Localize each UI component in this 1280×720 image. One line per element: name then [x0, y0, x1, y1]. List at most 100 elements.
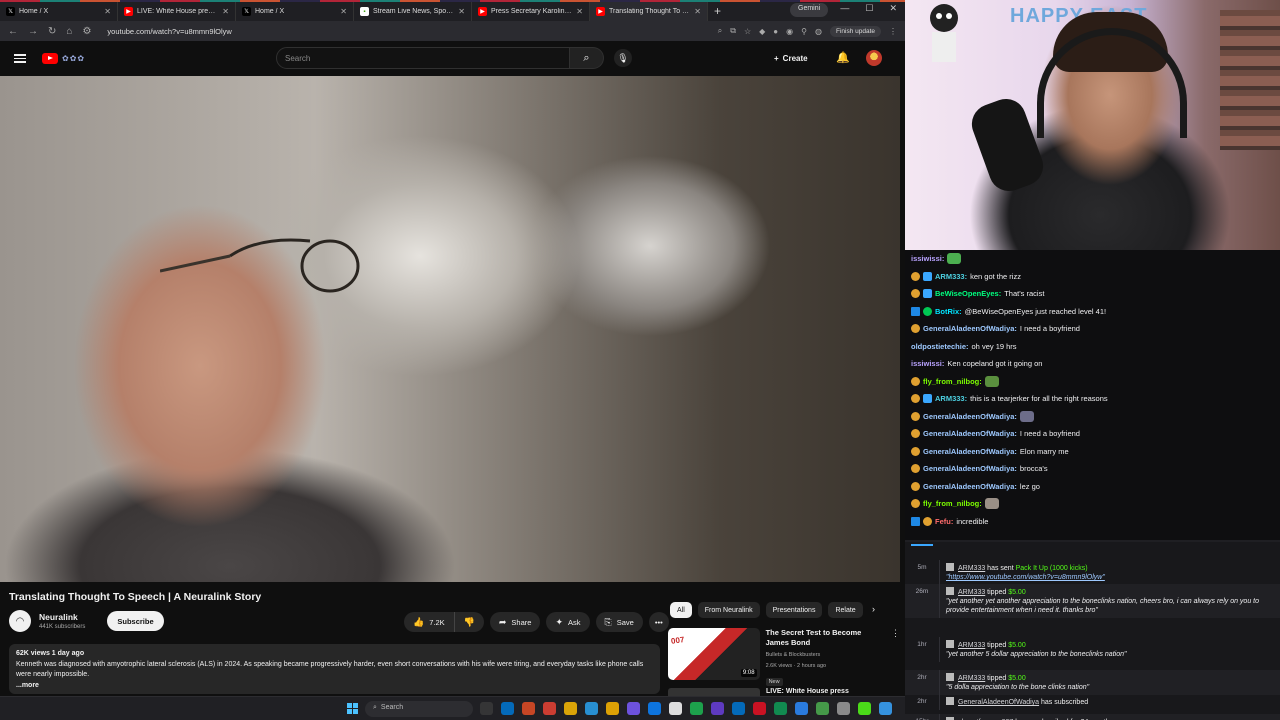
recommended-title[interactable]: LIVE: White House press	[766, 688, 849, 696]
taskbar-app-icon[interactable]	[816, 702, 829, 715]
description-box[interactable]: 62K views 1 day ago Kenneth was diagnose…	[9, 644, 660, 694]
chat-username[interactable]: fly_from_nilbog:	[923, 377, 982, 386]
finish-update-button[interactable]: Finish update	[829, 25, 881, 37]
browser-tab[interactable]: ▶ Press Secretary Karoline Leavit ✕	[472, 2, 590, 21]
extension-icon[interactable]: ◉	[786, 27, 793, 36]
taskbar-app-icon[interactable]	[648, 702, 661, 715]
chat-username[interactable]: fly_from_nilbog:	[923, 499, 982, 508]
channel-name[interactable]: Neuralink	[39, 612, 85, 622]
windows-start-icon[interactable]	[347, 703, 358, 714]
recommended-video-partial[interactable]: LIVE: White House press	[668, 688, 900, 696]
taskbar-app-icon[interactable]	[564, 702, 577, 715]
taskbar-app-icon[interactable]	[585, 702, 598, 715]
browser-tab[interactable]: 𝕏 Home / X ✕	[236, 2, 354, 21]
chat-username[interactable]: GeneralAladeenOfWadiya:	[923, 324, 1017, 333]
url-field[interactable]: youtube.com/watch?v=u8mmn9lOlyw	[107, 27, 707, 36]
create-button[interactable]: + Create	[774, 50, 808, 67]
recommended-video[interactable]: 007 9:08 The Secret Test to Become James…	[668, 628, 900, 686]
chat-username[interactable]: BeWiseOpenEyes:	[935, 289, 1001, 298]
taskbar-app-icon[interactable]	[480, 702, 493, 715]
voice-search-button[interactable]: 🎙	[614, 49, 632, 67]
taskbar-app-icon[interactable]	[711, 702, 724, 715]
more-vertical-icon[interactable]: ⋮	[891, 628, 900, 686]
video-thumbnail[interactable]: 007 9:08	[668, 628, 760, 680]
chat-username[interactable]: BotRix:	[935, 307, 962, 316]
recommended-channel[interactable]: Bullets & Blockbusters	[766, 651, 885, 659]
event-user[interactable]: GeneralAladeenOfWadiya	[958, 699, 1039, 706]
forward-icon[interactable]: →	[28, 26, 38, 37]
event-user[interactable]: ARM333	[958, 642, 985, 649]
taskbar-app-icon[interactable]	[501, 702, 514, 715]
new-tab-icon[interactable]: +	[714, 4, 721, 18]
taskbar-app-icon[interactable]	[543, 702, 556, 715]
event-user[interactable]: ARM333	[958, 565, 985, 572]
taskbar-app-icon[interactable]	[606, 702, 619, 715]
dislike-button[interactable]: 👎	[454, 612, 484, 632]
chat-username[interactable]: oldpostietechie:	[911, 342, 969, 351]
chat-username[interactable]: Fefu:	[935, 517, 953, 526]
gemini-button[interactable]: Gemini	[790, 3, 829, 17]
back-icon[interactable]: ←	[8, 26, 18, 37]
chat-username[interactable]: GeneralAladeenOfWadiya:	[923, 464, 1017, 473]
close-tab-icon[interactable]: ✕	[576, 7, 583, 16]
chat-username[interactable]: GeneralAladeenOfWadiya:	[923, 482, 1017, 491]
taskbar-app-icon[interactable]	[774, 702, 787, 715]
install-icon[interactable]: ⧉	[730, 26, 736, 36]
taskbar-app-icon[interactable]	[795, 702, 808, 715]
zoom-icon[interactable]: ⌕	[718, 26, 722, 36]
event-link[interactable]: "https://www.youtube.com/watch?v=u8mmn9l…	[946, 573, 1274, 582]
close-window-icon[interactable]: ✕	[889, 3, 897, 14]
taskbar-app-icon[interactable]	[858, 702, 871, 715]
minimize-icon[interactable]: —	[840, 3, 849, 14]
channel-avatar[interactable]: ◠	[9, 610, 31, 632]
taskbar-app-icon[interactable]	[522, 702, 535, 715]
taskbar-app-icon[interactable]	[753, 702, 766, 715]
filter-chip[interactable]: Presentations	[765, 602, 823, 618]
taskbar-app-icon[interactable]	[732, 702, 745, 715]
save-button[interactable]: ⎘ Save	[595, 612, 643, 632]
chat-username[interactable]: ARM333:	[935, 272, 967, 281]
subscribe-button[interactable]: Subscribe	[107, 611, 164, 631]
close-tab-icon[interactable]: ✕	[104, 7, 111, 16]
close-tab-icon[interactable]: ✕	[222, 7, 229, 16]
browser-tab[interactable]: ▶ LIVE: White House press briefi ✕	[118, 2, 236, 21]
like-button[interactable]: 👍 7.2K	[404, 612, 455, 632]
account-avatar[interactable]	[866, 50, 882, 66]
close-tab-icon[interactable]: ✕	[458, 7, 465, 16]
bookmark-star-icon[interactable]: ☆	[744, 27, 751, 36]
share-button[interactable]: ➦ Share	[489, 612, 541, 632]
filter-chip[interactable]: Relate	[828, 602, 863, 618]
browser-tab[interactable]: 𝕏 Home / X ✕	[0, 2, 118, 21]
close-tab-icon[interactable]: ✕	[340, 7, 347, 16]
youtube-logo[interactable]: ✿✿✿	[42, 53, 85, 64]
search-button[interactable]: ⌕	[570, 47, 604, 69]
site-info-icon[interactable]: ⚙	[82, 26, 91, 37]
extension-icon[interactable]: ●	[773, 27, 778, 36]
taskbar-app-icon[interactable]	[690, 702, 703, 715]
browser-tab[interactable]: ▶ Translating Thought To Spe ✕	[590, 2, 708, 21]
close-tab-icon[interactable]: ✕	[694, 7, 701, 16]
browser-menu-icon[interactable]: ⋮	[889, 27, 897, 36]
chat-username[interactable]: ARM333:	[935, 394, 967, 403]
taskbar-app-icon[interactable]	[669, 702, 682, 715]
maximize-icon[interactable]: ☐	[865, 3, 873, 14]
chat-username[interactable]: issiwissi:	[911, 359, 944, 368]
chevron-right-icon[interactable]: ›	[872, 604, 875, 614]
extension-icon[interactable]: ◆	[759, 27, 765, 36]
filter-chip[interactable]: From Neuralink	[697, 602, 760, 618]
video-player[interactable]	[0, 76, 900, 582]
filter-chip[interactable]: All	[670, 602, 692, 618]
profile-avatar-icon[interactable]: ◍	[815, 27, 822, 36]
chat-username[interactable]: GeneralAladeenOfWadiya:	[923, 412, 1017, 421]
chat-username[interactable]: issiwissi:	[911, 254, 944, 263]
event-user[interactable]: ARM333	[958, 589, 985, 596]
notifications-bell-icon[interactable]: 🔔	[836, 51, 850, 64]
menu-hamburger-icon[interactable]	[14, 54, 26, 63]
event-user[interactable]: ARM333	[958, 675, 985, 682]
video-thumbnail[interactable]	[668, 688, 760, 696]
browser-tab[interactable]: ▪ Stream Live News, Sports, a ✕	[354, 2, 472, 21]
chat-username[interactable]: GeneralAladeenOfWadiya:	[923, 429, 1017, 438]
show-more-link[interactable]: ...more	[16, 681, 653, 692]
reload-icon[interactable]: ↻	[48, 26, 56, 37]
more-actions-button[interactable]: •••	[648, 612, 669, 632]
